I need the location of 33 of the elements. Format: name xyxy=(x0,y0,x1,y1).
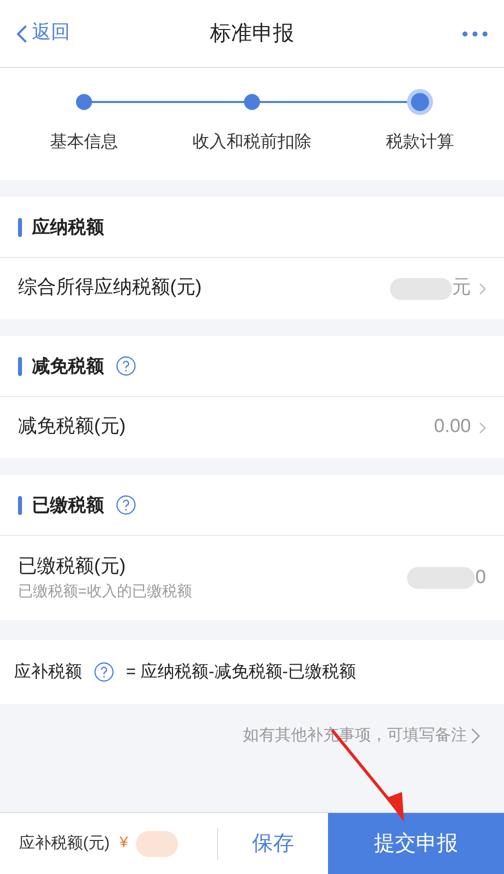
row-value: 0 xyxy=(475,566,486,590)
section-title: 减免税额 xyxy=(32,354,104,378)
row-label: 减免税额(元) xyxy=(18,415,126,440)
back-button[interactable]: 返回 xyxy=(16,19,70,48)
more-icon[interactable] xyxy=(462,30,488,36)
help-icon[interactable] xyxy=(116,356,136,376)
section-title: 应纳税额 xyxy=(32,216,104,238)
currency-sign: ¥ xyxy=(120,833,128,854)
submit-button[interactable]: 提交申报 xyxy=(328,813,504,874)
row-note: 已缴税额=收入的已缴税额 xyxy=(18,582,192,602)
row-value: 元 xyxy=(452,276,471,300)
help-icon[interactable] xyxy=(94,662,114,682)
section-title: 已缴税额 xyxy=(32,494,104,516)
save-button[interactable]: 保存 xyxy=(218,813,328,874)
help-icon[interactable] xyxy=(116,495,136,515)
row-value: 0.00 xyxy=(434,415,471,440)
section-marker xyxy=(18,496,22,514)
step-label: 收入和税前扣除 xyxy=(192,131,312,153)
step-label: 税款计算 xyxy=(386,131,454,153)
value-row[interactable]: 综合所得应纳税额(元) 元 xyxy=(0,258,504,319)
value-row[interactable]: 减免税额(元) 0.00 xyxy=(0,397,504,458)
step-label: 基本信息 xyxy=(50,131,118,153)
row-label: 已缴税额(元) xyxy=(18,554,127,578)
page-title: 标准申报 xyxy=(210,20,294,47)
formula-text: = 应纳税额-减免税额-已缴税额 xyxy=(126,661,356,684)
section-marker xyxy=(18,218,22,236)
formula-label: 应补税额 xyxy=(14,661,82,684)
section-marker xyxy=(18,356,22,376)
value-row[interactable]: 已缴税额(元) 已缴税额=收入的已缴税额 0 xyxy=(0,536,504,620)
footer-label: 应补税额(元) xyxy=(19,834,110,854)
back-icon xyxy=(16,24,28,44)
row-label: 综合所得应纳税额(元) xyxy=(18,276,202,300)
chevron-icon xyxy=(471,728,480,744)
